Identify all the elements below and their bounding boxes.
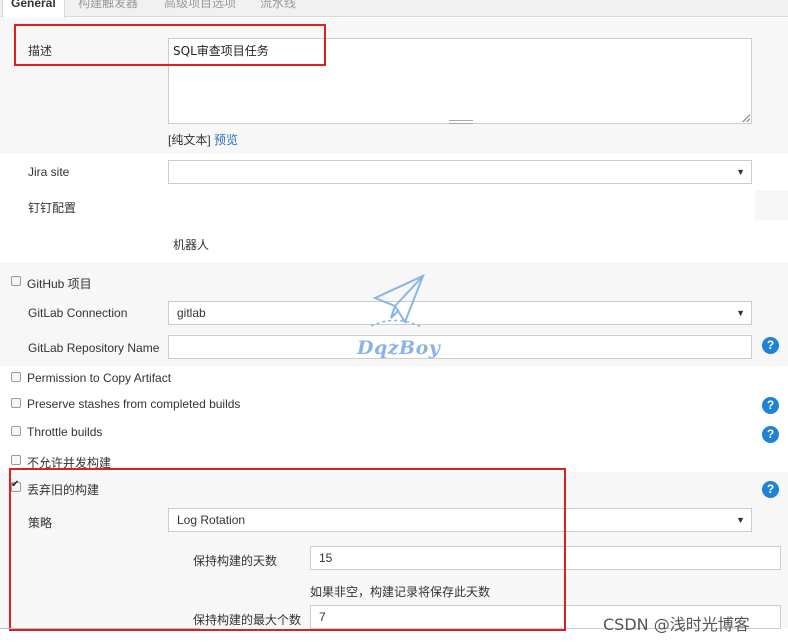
dropdown-caret-icon: ▼: [736, 308, 745, 318]
github-project-checkbox[interactable]: [11, 276, 21, 286]
dingtalk-side-panel: [755, 190, 788, 220]
dingtalk-config-label: 钉钉配置: [28, 201, 77, 215]
tab-build-triggers[interactable]: 构建触发器: [70, 0, 146, 16]
tab-general[interactable]: General: [2, 0, 65, 18]
preserve-stashes-label: Preserve stashes from completed builds: [27, 397, 241, 411]
throttle-builds-label: Throttle builds: [27, 425, 103, 439]
dingtalk-robot-label: 机器人: [173, 238, 210, 252]
gitlab-repo-label: GitLab Repository Name: [28, 341, 160, 355]
tab-pipeline[interactable]: 流水线: [252, 0, 304, 16]
markup-format: [纯文本] 预览: [168, 131, 238, 148]
plain-text-label: [纯文本]: [168, 133, 211, 147]
discard-builds-highlight-box: [9, 468, 566, 631]
preserve-stashes-checkbox[interactable]: [11, 398, 21, 408]
resize-grip-icon[interactable]: [742, 114, 750, 122]
gitlab-repo-input[interactable]: [168, 335, 752, 359]
description-highlight-box: [14, 24, 326, 66]
dropdown-caret-icon: ▼: [736, 515, 745, 525]
bottom-divider: [0, 628, 200, 629]
help-icon[interactable]: ?: [762, 426, 779, 443]
watermark-text: DqzBoy: [357, 337, 441, 359]
no-concurrent-builds-checkbox[interactable]: [11, 455, 21, 465]
gitlab-connection-select[interactable]: gitlab ▼: [168, 301, 752, 325]
jira-site-select[interactable]: ▼: [168, 160, 752, 184]
github-project-label: GitHub 项目: [27, 277, 92, 291]
dropdown-caret-icon: ▼: [736, 167, 745, 177]
tab-advanced-options[interactable]: 高级项目选项: [156, 0, 244, 16]
help-icon[interactable]: ?: [762, 397, 779, 414]
gitlab-connection-value: gitlab: [177, 306, 206, 320]
csdn-watermark: CSDN @浅时光博客: [603, 615, 750, 634]
preview-link[interactable]: 预览: [214, 133, 238, 147]
tab-bar: General 构建触发器 高级项目选项 流水线: [0, 0, 788, 18]
gitlab-connection-label: GitLab Connection: [28, 306, 128, 320]
textarea-drag-handle[interactable]: [449, 120, 473, 124]
permission-copy-artifact-label: Permission to Copy Artifact: [27, 371, 172, 385]
jira-site-label: Jira site: [28, 165, 70, 179]
throttle-builds-checkbox[interactable]: [11, 426, 21, 436]
help-icon[interactable]: ?: [762, 337, 779, 354]
help-icon[interactable]: ?: [762, 481, 779, 498]
permission-copy-artifact-checkbox[interactable]: [11, 372, 21, 382]
